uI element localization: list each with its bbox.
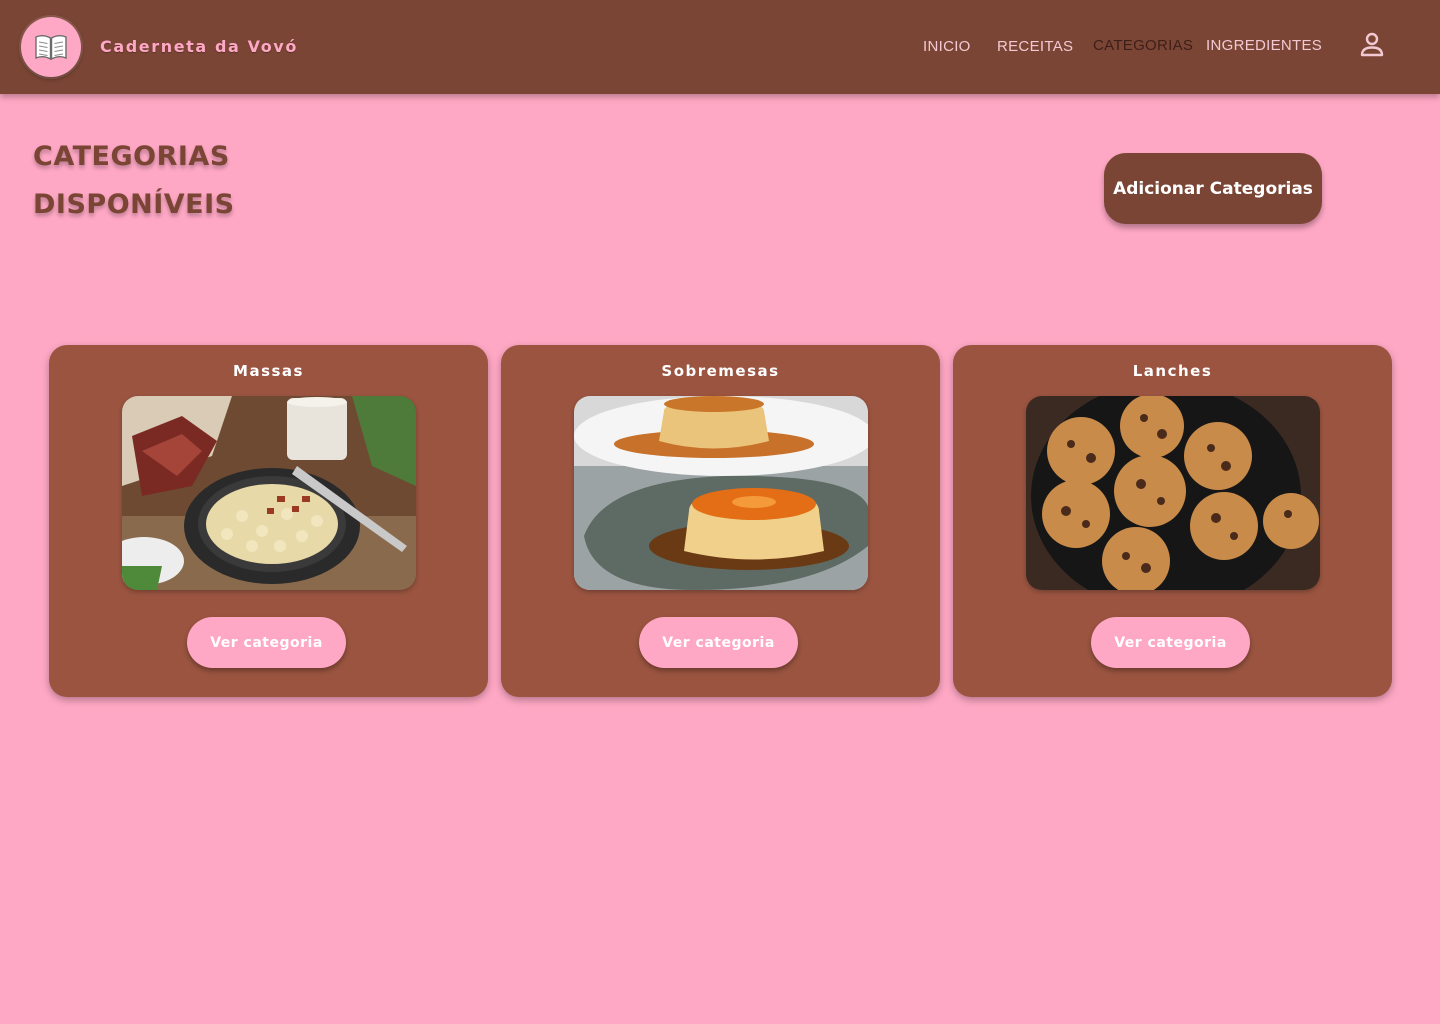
- category-title: Lanches: [1132, 362, 1213, 380]
- category-card-sobremesas: Sobremesas Ver categoria: [501, 345, 940, 697]
- nav-ingredientes[interactable]: INGREDIENTES: [1206, 37, 1322, 54]
- logo[interactable]: [21, 17, 81, 77]
- add-category-button[interactable]: Adicionar Categorias: [1104, 153, 1322, 224]
- page-title-line-1: CATEGORIAS: [33, 141, 230, 172]
- category-card-lanches: Lanches Ver categoria: [953, 345, 1392, 697]
- nav-inicio[interactable]: INICIO: [923, 38, 971, 55]
- person-icon[interactable]: [1360, 32, 1384, 62]
- category-title: Sobremesas: [661, 362, 780, 380]
- category-title: Massas: [233, 362, 304, 380]
- pasta-dish-photo: [122, 396, 416, 590]
- view-category-button[interactable]: Ver categoria: [187, 617, 346, 668]
- open-book-icon: [35, 35, 67, 61]
- category-card-massas: Massas Ver categoria: [49, 345, 488, 697]
- view-category-button[interactable]: Ver categoria: [639, 617, 798, 668]
- nav-receitas[interactable]: RECEITAS: [997, 38, 1073, 55]
- top-navbar: Caderneta da Vovó INICIO RECEITAS CATEGO…: [0, 0, 1440, 94]
- flan-pudding-photo: [574, 396, 868, 590]
- page-title: CATEGORIAS DISPONÍVEIS: [33, 133, 235, 229]
- view-category-button[interactable]: Ver categoria: [1091, 617, 1250, 668]
- nav-categorias[interactable]: CATEGORIAS: [1093, 37, 1193, 54]
- cookies-photo: [1026, 396, 1320, 590]
- brand-name[interactable]: Caderneta da Vovó: [100, 37, 298, 56]
- page-title-line-2: DISPONÍVEIS: [33, 189, 235, 220]
